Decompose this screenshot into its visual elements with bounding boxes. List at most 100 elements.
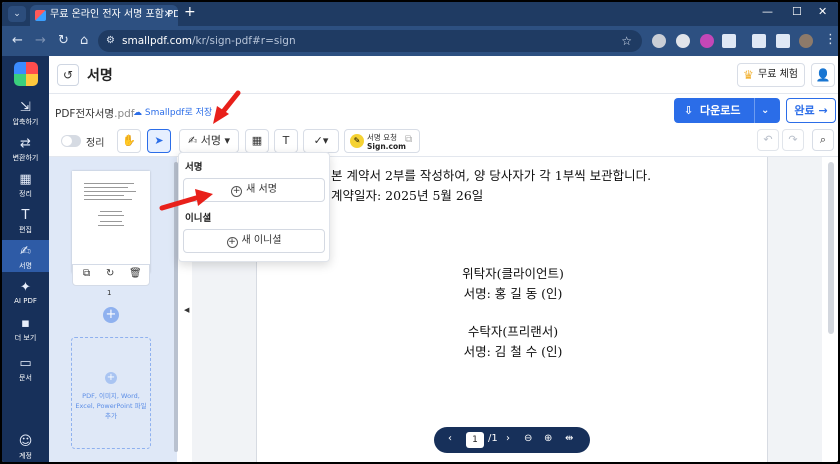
date-tool-icon[interactable]: ▦ — [245, 129, 269, 153]
sidebar-item-compress[interactable]: ⇲ 압축하기 — [2, 100, 49, 127]
share-icon[interactable] — [776, 34, 790, 48]
sidebar-item-label: 더 보기 — [14, 334, 37, 342]
forward-icon[interactable]: → — [35, 33, 46, 48]
chevron-down-icon[interactable]: ⌄ — [761, 98, 769, 123]
done-button[interactable]: 완료 → — [786, 98, 836, 123]
sparkle-icon: ✦ — [20, 280, 31, 295]
download-icon: ⇩ — [684, 104, 694, 117]
user-account-icon[interactable]: 👤 — [811, 63, 835, 87]
minimize-icon[interactable]: — — [762, 5, 773, 18]
trash-icon[interactable]: 🗑 — [129, 268, 142, 279]
extension-icon[interactable] — [652, 34, 666, 48]
close-tab-icon[interactable]: ✕ — [164, 5, 172, 25]
profile-avatar[interactable] — [799, 34, 813, 48]
page-thumbnail[interactable] — [72, 171, 150, 273]
pdf-page[interactable]: 본 계약서 2부를 작성하여, 양 당사자가 각 1부씩 보관합니다. 계약일자… — [256, 157, 768, 462]
crown-icon: ♛ — [743, 68, 754, 82]
done-label: 완료 — [794, 104, 815, 117]
new-initials-button[interactable]: + 새 이니셜 — [183, 229, 325, 253]
sidebar-item-more[interactable]: ▪ 더 보기 — [2, 316, 49, 343]
external-link-icon: ⧉ — [405, 134, 413, 145]
url-field[interactable]: ⚙ smallpdf.com/kr/sign-pdf#r=sign ☆ — [98, 30, 642, 52]
sidebar-item-convert[interactable]: ⇄ 변환하기 — [2, 136, 49, 163]
hand-tool-icon[interactable]: ✋ — [117, 129, 141, 153]
free-trial-button[interactable]: ♛ 무료 체험 — [737, 63, 805, 87]
close-window-icon[interactable]: ✕ — [818, 5, 827, 18]
sidebar-item-label: 편집 — [19, 226, 32, 234]
previous-page-icon[interactable]: ‹ — [448, 433, 452, 444]
downloads-icon[interactable] — [752, 34, 766, 48]
extensions-puzzle-icon[interactable] — [722, 34, 736, 48]
arrow-right-icon: → — [818, 104, 828, 117]
search-icon[interactable]: ⌕ — [812, 129, 834, 151]
address-bar: ← → ↻ ⌂ ⚙ smallpdf.com/kr/sign-pdf#r=sig… — [2, 26, 838, 56]
download-divider — [754, 98, 755, 123]
document-scrollbar[interactable] — [828, 162, 834, 334]
fit-width-icon[interactable]: ⇹ — [565, 433, 573, 444]
plus-circle-icon: + — [226, 237, 238, 248]
convert-icon: ⇄ — [20, 136, 31, 151]
compress-icon: ⇲ — [20, 100, 31, 115]
sidebar-item-sign[interactable]: ✍ 서명 — [2, 240, 49, 272]
sidebar-item-label: 정리 — [19, 190, 32, 198]
folder-icon: ▭ — [19, 356, 32, 371]
undo-icon[interactable]: ↶ — [757, 129, 779, 151]
file-extension: .pdf — [114, 108, 135, 120]
page-input[interactable]: 1 — [466, 432, 484, 448]
browser-tab[interactable]: 무료 온라인 전자 서명 포함 PDF ✕ — [30, 5, 178, 26]
extension-ghost-icon[interactable] — [676, 34, 690, 48]
home-icon[interactable]: ⌂ — [80, 33, 88, 48]
sign-com-label: Sign.com — [367, 142, 406, 151]
text-tool-icon[interactable]: T — [274, 129, 298, 153]
tab-search-icon[interactable]: ⌄ — [8, 6, 26, 22]
select-tool-icon[interactable]: ➤ — [147, 129, 171, 153]
new-signature-button[interactable]: + 새 서명 — [183, 178, 325, 202]
maximize-icon[interactable]: ☐ — [792, 5, 802, 18]
editor-toolbar: 정리 ✋ ➤ ✍ 서명 ▾ ▦ T ✓▾ ✎ 서명 요청 Sign.com ⧉ — [49, 125, 838, 157]
reload-icon[interactable]: ↻ — [58, 33, 69, 48]
next-page-icon[interactable]: › — [506, 433, 510, 444]
thumbnail-pane: ⧉ ↻ 🗑 1 + + PDF, 이미지, Word, Excel, Power… — [49, 157, 177, 462]
thumb-text-line — [84, 195, 124, 196]
extension-tab-icon[interactable] — [700, 34, 714, 48]
sidebar-item-organize[interactable]: ▦ 정리 — [2, 172, 49, 199]
more-icon: ▪ — [21, 316, 30, 331]
browser-menu-icon[interactable]: ⋮ — [824, 32, 837, 47]
back-to-tools-icon[interactable]: ↺ — [57, 64, 79, 86]
checkmark-icon: ✓ — [313, 134, 323, 147]
account-icon: ☺ — [18, 434, 33, 449]
request-signature-button[interactable]: ✎ 서명 요청 Sign.com ⧉ — [344, 129, 420, 153]
redo-icon[interactable]: ↷ — [782, 129, 804, 151]
organize-toggle[interactable] — [61, 135, 81, 147]
save-to-smallpdf-link[interactable]: ☁ Smallpdf로 저장 — [133, 105, 212, 118]
dropzone-text: PDF, 이미지, Word, Excel, PowerPoint 파일 추가 — [75, 392, 147, 420]
download-button[interactable]: ⇩ 다운로드 ⌄ — [674, 98, 780, 123]
sidebar-item-label: AI PDF — [14, 297, 37, 305]
smallpdf-logo[interactable] — [14, 62, 38, 86]
add-page-icon[interactable]: + — [103, 307, 119, 323]
add-files-dropzone[interactable]: + PDF, 이미지, Word, Excel, PowerPoint 파일 추… — [71, 337, 151, 449]
sidebar-item-documents[interactable]: ▭ 문서 — [2, 356, 49, 383]
page-number-label: 1 — [107, 289, 112, 297]
collapse-panel-icon[interactable]: ◀ — [184, 306, 189, 314]
bookmark-star-icon[interactable]: ☆ — [621, 30, 632, 52]
thumb-text-line — [84, 199, 132, 200]
plus-icon: + — [105, 372, 117, 384]
zoom-in-icon[interactable]: ⊕ — [544, 433, 552, 444]
duplicate-icon[interactable]: ⧉ — [83, 268, 90, 279]
url-path: /kr/sign-pdf#r=sign — [192, 35, 296, 47]
checkmark-tool-button[interactable]: ✓▾ — [303, 129, 339, 153]
zoom-out-icon[interactable]: ⊖ — [524, 433, 532, 444]
caret-down-icon: ▾ — [224, 134, 230, 147]
sidebar-item-ai-pdf[interactable]: ✦ AI PDF — [2, 280, 49, 305]
sign-tool-button[interactable]: ✍ 서명 ▾ — [179, 129, 239, 153]
rotate-icon[interactable]: ↻ — [106, 268, 114, 279]
file-name[interactable]: PDF전자서명.pdf — [55, 106, 134, 121]
back-icon[interactable]: ← — [12, 33, 23, 48]
page-title: 서명 — [87, 68, 113, 84]
thumb-text-line — [100, 221, 122, 222]
sidebar-item-account[interactable]: ☺ 계정 — [2, 434, 49, 461]
new-tab-icon[interactable]: + — [184, 4, 196, 20]
site-info-icon[interactable]: ⚙ — [106, 30, 115, 52]
sidebar-item-edit[interactable]: T 편집 — [2, 208, 49, 235]
